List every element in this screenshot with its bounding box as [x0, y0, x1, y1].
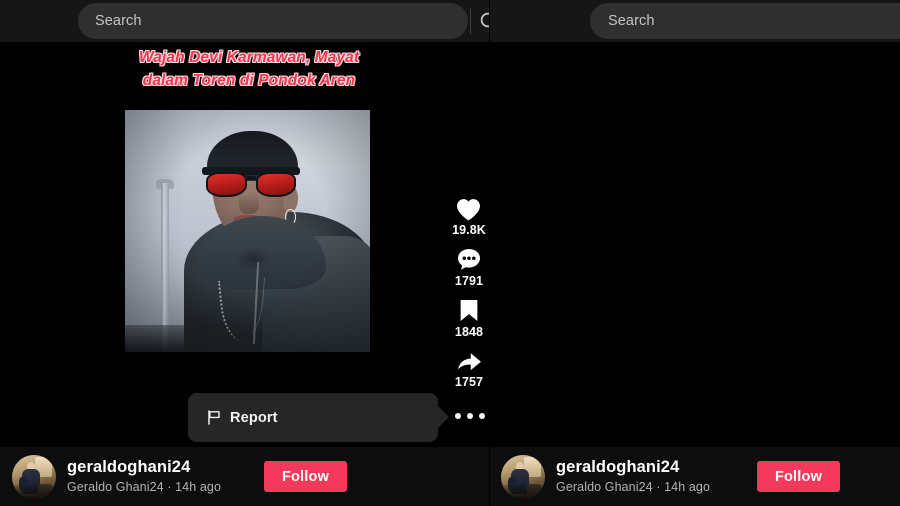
header-divider-left: [470, 8, 471, 34]
share-button[interactable]: 1757: [455, 348, 483, 390]
user-meta-right: geraldoghani24 Geraldo Ghani24 · 14h ago: [556, 458, 757, 495]
user-subtitle-left: Geraldo Ghani24 · 14h ago: [67, 479, 221, 494]
header-bar-right: Search: [490, 0, 900, 42]
bookmark-icon: [456, 298, 482, 324]
report-menu-label-left: Report: [230, 409, 278, 426]
like-count: 19.8K: [452, 223, 486, 237]
bookmark-count: 1848: [454, 324, 484, 339]
follow-button-right[interactable]: Follow: [757, 461, 840, 492]
comment-count: 1791: [454, 273, 484, 288]
follow-button-left[interactable]: Follow: [264, 461, 347, 492]
report-menu-left[interactable]: Report: [188, 393, 438, 442]
ellipsis-horizontal-icon[interactable]: [455, 411, 485, 421]
search-placeholder-right: Search: [608, 13, 655, 29]
share-icon: [456, 348, 482, 374]
search-input-left[interactable]: Search: [78, 3, 468, 39]
screenshot-root: Search Wajah Devi Karmawan, Mayat dalam …: [0, 0, 900, 506]
like-button[interactable]: 19.8K: [452, 196, 486, 238]
bookmark-button[interactable]: 1848: [455, 298, 483, 340]
panel-divider: [489, 0, 490, 506]
video-panel-right: Search Wajah Devi Karmawan, Mayat dalam …: [490, 0, 900, 506]
heart-icon: [456, 196, 482, 222]
search-placeholder-left: Search: [95, 13, 142, 29]
user-bar-right: geraldoghani24 Geraldo Ghani24 · 14h ago…: [490, 447, 900, 506]
user-handle-left[interactable]: geraldoghani24: [67, 458, 264, 478]
user-subtitle-right: Geraldo Ghani24 · 14h ago: [556, 479, 710, 494]
user-handle-right[interactable]: geraldoghani24: [556, 458, 757, 478]
avatar[interactable]: [12, 454, 56, 499]
search-input-right[interactable]: Search: [590, 3, 900, 39]
comment-button[interactable]: 1791: [455, 247, 483, 289]
video-thumbnail-left[interactable]: [125, 110, 370, 352]
engagement-rail: 19.8K 1791 1848 1757: [446, 196, 490, 399]
avatar[interactable]: [501, 454, 545, 499]
report-menu-pointer: [437, 405, 449, 429]
video-panel-left: Search Wajah Devi Karmawan, Mayat dalam …: [0, 0, 490, 506]
header-bar-left: Search: [0, 0, 490, 42]
flag-icon: [206, 410, 221, 425]
share-count: 1757: [454, 375, 484, 390]
user-bar-left: geraldoghani24 Geraldo Ghani24 · 14h ago…: [0, 447, 490, 506]
video-caption-left: Wajah Devi Karmawan, Mayat dalam Toren d…: [138, 49, 360, 89]
comment-icon: [456, 247, 482, 273]
user-meta-left: geraldoghani24 Geraldo Ghani24 · 14h ago: [67, 458, 264, 495]
